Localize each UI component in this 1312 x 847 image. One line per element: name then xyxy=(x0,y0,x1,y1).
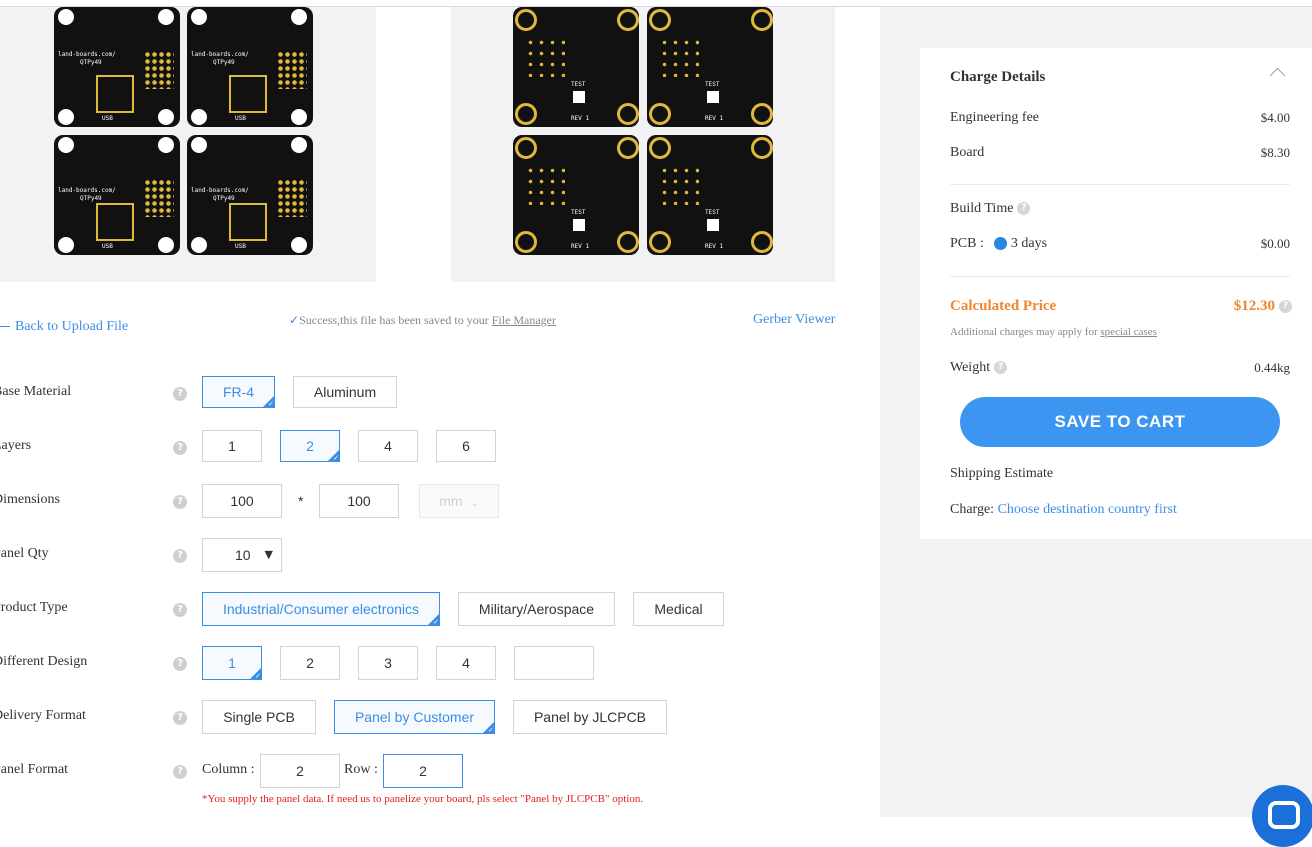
divider xyxy=(950,276,1290,277)
pcb-board: land-boards.com/ QTPy49 USB xyxy=(54,135,180,255)
dimension-separator: * xyxy=(298,493,304,509)
chat-bubble-icon[interactable] xyxy=(1252,785,1312,847)
base-material-fr4[interactable]: FR-4 xyxy=(202,376,275,409)
help-icon[interactable]: ? xyxy=(173,765,187,779)
file-manager-link[interactable]: File Manager xyxy=(492,313,556,327)
board-label: Board xyxy=(950,145,985,160)
different-design-3[interactable]: 3 xyxy=(358,646,418,680)
help-icon[interactable]: ? xyxy=(173,441,187,455)
product-type-industrial[interactable]: Industrial/Consumer electronics xyxy=(202,592,440,627)
charge-details-title: Charge Details xyxy=(950,69,1046,85)
pcb-board: TEST REV 1 xyxy=(647,7,773,127)
additional-charges-note: Additional charges may apply for special… xyxy=(950,326,1157,338)
gerber-viewer-link[interactable]: Gerber Viewer xyxy=(753,312,835,328)
panel-qty-label: Panel Qty xyxy=(0,546,49,561)
layers-option-6[interactable]: 6 xyxy=(436,430,496,462)
build-time-label: Build Time? xyxy=(950,201,1031,217)
help-icon[interactable]: ? xyxy=(173,549,187,563)
divider xyxy=(950,184,1290,185)
help-icon[interactable]: ? xyxy=(994,361,1008,375)
engineering-fee-label: Engineering fee xyxy=(950,110,1040,125)
panel-note: *You supply the panel data. If need us t… xyxy=(202,793,644,805)
save-success-message: ✓Success,this file has been saved to you… xyxy=(289,313,556,327)
base-material-label: Base Material xyxy=(0,384,72,399)
pcb-board: TEST REV 1 xyxy=(647,135,773,255)
dimensions-label: Dimensions xyxy=(0,492,60,507)
help-icon[interactable]: ? xyxy=(1017,202,1031,216)
engineering-fee-value: $4.00 xyxy=(1260,110,1290,125)
row-label: Row : xyxy=(344,762,378,777)
pcb-board: land-boards.com/ QTPy49 USB xyxy=(187,7,313,127)
help-icon[interactable]: ? xyxy=(173,495,187,509)
save-to-cart-button[interactable]: SAVE TO CART xyxy=(960,397,1280,447)
different-design-1[interactable]: 1 xyxy=(202,646,262,681)
weight-value: 0.44kg xyxy=(1254,360,1290,375)
help-icon[interactable]: ? xyxy=(173,603,187,617)
different-design-custom-input[interactable] xyxy=(514,646,594,680)
chevron-down-icon: ⌄ xyxy=(470,498,479,509)
column-label: Column : xyxy=(202,762,255,777)
layers-option-4[interactable]: 4 xyxy=(358,430,418,462)
base-material-aluminum[interactable]: Aluminum xyxy=(293,376,397,408)
choose-country-link[interactable]: Choose destination country first xyxy=(998,502,1177,517)
dimension-unit-select[interactable]: mm ⌄ xyxy=(419,484,499,518)
checkmark-icon: ✓ xyxy=(289,313,300,327)
calculated-price-value: $12.30? xyxy=(1234,298,1292,315)
delivery-panel-by-jlcpcb[interactable]: Panel by JLCPCB xyxy=(513,700,667,734)
layers-option-1[interactable]: 1 xyxy=(202,430,262,462)
product-type-label: Product Type xyxy=(0,600,68,615)
shipping-estimate-label: Shipping Estimate xyxy=(950,466,1054,481)
different-design-label: Different Design xyxy=(0,654,88,669)
help-icon[interactable]: ? xyxy=(173,711,187,725)
dash-icon xyxy=(0,326,10,328)
weight-label: Weight? xyxy=(950,360,1008,376)
panel-format-label: Panel Format xyxy=(0,762,69,777)
product-type-military[interactable]: Military/Aerospace xyxy=(458,592,615,626)
pcb-build-cost: $0.00 xyxy=(1260,236,1290,251)
chevron-up-icon[interactable] xyxy=(1269,67,1286,84)
row-input[interactable]: 2 xyxy=(383,754,463,788)
delivery-format-label: Delivery Format xyxy=(0,708,86,723)
dimension-height-input[interactable]: 100 xyxy=(319,484,399,518)
pcb-board: TEST REV 1 xyxy=(513,7,639,127)
product-type-medical[interactable]: Medical xyxy=(633,592,724,626)
layers-label: Layers xyxy=(0,438,32,453)
delivery-single-pcb[interactable]: Single PCB xyxy=(202,700,316,734)
back-to-upload-link[interactable]: Back to Upload File xyxy=(0,319,128,335)
caret-down-icon: ▼ xyxy=(264,548,273,561)
layers-option-2[interactable]: 2 xyxy=(280,430,340,463)
help-icon[interactable]: ? xyxy=(1279,300,1292,314)
panel-qty-select[interactable]: 10 ▼ xyxy=(202,538,282,572)
different-design-2[interactable]: 2 xyxy=(280,646,340,680)
board-value: $8.30 xyxy=(1260,145,1290,160)
pcb-board: land-boards.com/ QTPy49 USB xyxy=(54,7,180,127)
charge-details-panel: Charge Details Engineering fee $4.00 Boa… xyxy=(920,48,1312,539)
pcb-preview-top: land-boards.com/ QTPy49 USB land-boards.… xyxy=(0,7,376,282)
dimension-width-input[interactable]: 100 xyxy=(202,484,282,518)
different-design-4[interactable]: 4 xyxy=(436,646,496,680)
pcb-board: land-boards.com/ QTPy49 USB xyxy=(187,135,313,255)
pcb-build-time[interactable]: PCB :3 days xyxy=(950,236,1047,252)
special-cases-link[interactable]: special cases xyxy=(1100,326,1157,338)
help-icon[interactable]: ? xyxy=(173,657,187,671)
calculated-price-label: Calculated Price xyxy=(950,298,1057,314)
column-input[interactable]: 2 xyxy=(260,754,340,788)
shipping-charge: Charge: Choose destination country first xyxy=(950,502,1177,517)
radio-selected-icon[interactable] xyxy=(993,237,1007,251)
pcb-board: TEST REV 1 xyxy=(513,135,639,255)
delivery-panel-by-customer[interactable]: Panel by Customer xyxy=(334,700,495,735)
pcb-preview-bottom: TEST REV 1 TEST REV 1 TEST REV 1 TEST RE… xyxy=(451,7,835,282)
help-icon[interactable]: ? xyxy=(173,387,187,401)
